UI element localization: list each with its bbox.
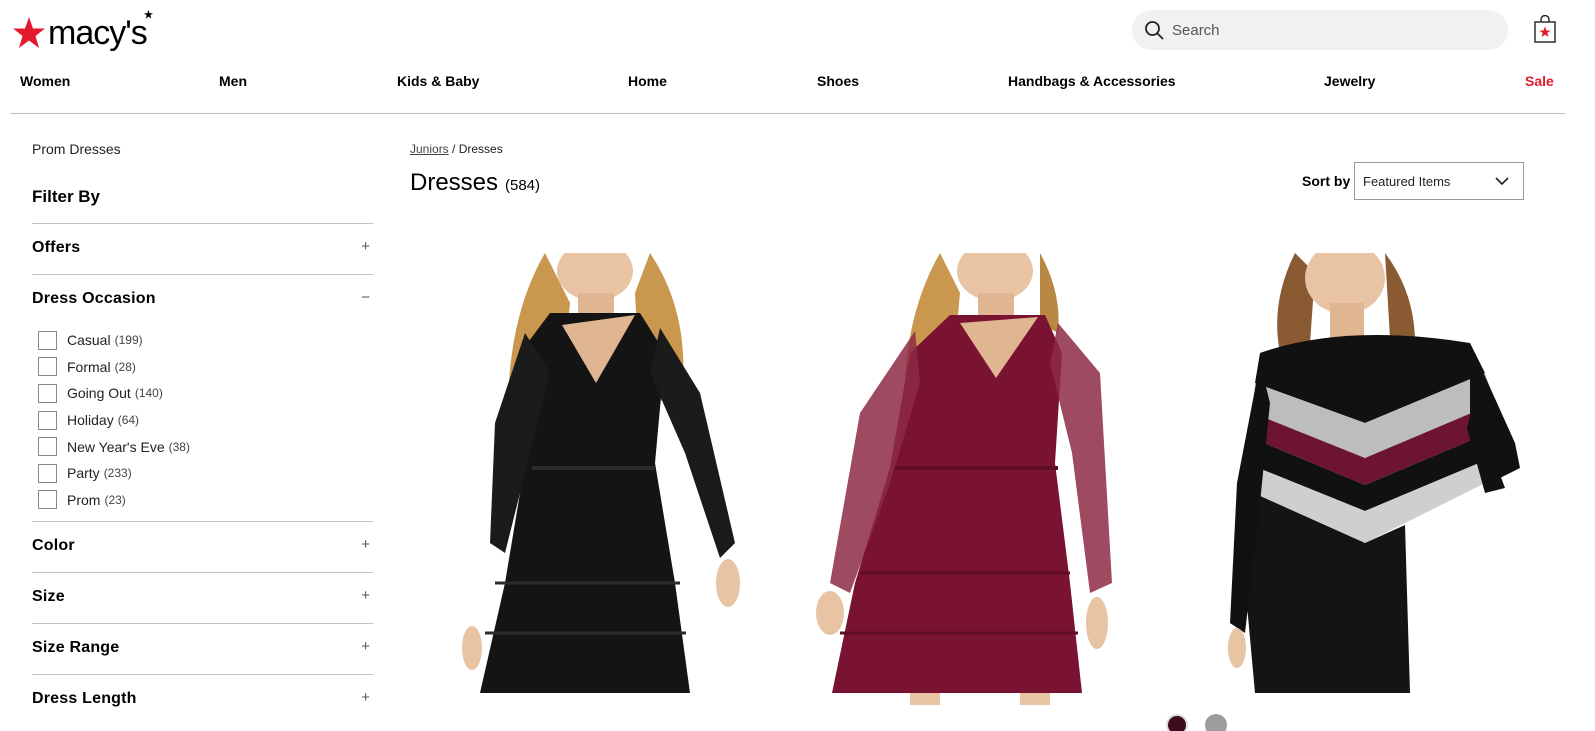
nav-jewelry[interactable]: Jewelry — [1324, 73, 1375, 89]
prom-dresses-link[interactable]: Prom Dresses — [32, 141, 121, 157]
option-count: (140) — [134, 386, 163, 401]
option-prom[interactable]: Prom (23) — [38, 487, 190, 514]
expand-icon[interactable]: + — [361, 689, 370, 706]
facet-title: Size Range — [32, 639, 120, 656]
option-label: Party — [67, 465, 100, 482]
checkbox[interactable] — [38, 410, 57, 430]
checkbox[interactable] — [38, 463, 57, 483]
product-brand-peek — [410, 713, 490, 731]
option-count: (233) — [103, 466, 132, 481]
product-image-striped-sweater-dress[interactable] — [1215, 253, 1530, 705]
option-label: New Year's Eve — [67, 438, 165, 455]
nav-men[interactable]: Men — [219, 73, 247, 89]
option-label: Prom — [67, 491, 101, 508]
option-going-out[interactable]: Going Out (140) — [38, 380, 190, 407]
color-swatch-burgundy[interactable] — [1166, 714, 1188, 731]
expand-icon[interactable]: + — [361, 536, 370, 553]
option-holiday[interactable]: Holiday (64) — [38, 407, 190, 434]
search-bar[interactable] — [1132, 10, 1508, 50]
option-label: Casual — [67, 332, 111, 349]
nav-shoes[interactable]: Shoes — [817, 73, 859, 89]
expand-icon[interactable]: + — [361, 587, 370, 604]
nav-home[interactable]: Home — [628, 73, 667, 89]
logo-wordmark: macy's — [48, 14, 148, 52]
checkbox[interactable] — [38, 437, 57, 457]
option-count: (23) — [104, 492, 126, 507]
checkbox[interactable] — [38, 357, 57, 377]
macys-logo[interactable]: macy's — [12, 8, 153, 50]
occasion-options: Casual (199) Formal (28) Going Out (140) Ho… — [38, 327, 190, 513]
facet-title: Color — [32, 537, 75, 554]
checkbox[interactable] — [38, 490, 57, 510]
nav-sale[interactable]: Sale — [1525, 73, 1554, 89]
option-count: (28) — [114, 359, 136, 374]
option-count: (38) — [168, 439, 190, 454]
shopping-bag-icon[interactable] — [1534, 15, 1556, 43]
option-count: (64) — [117, 413, 140, 428]
star-logo-icon — [13, 17, 45, 48]
small-star-icon — [143, 10, 153, 19]
breadcrumb-current: Dresses — [458, 142, 503, 156]
chevron-down-icon — [1495, 177, 1509, 186]
option-label: Going Out — [67, 385, 131, 402]
option-new-years-eve[interactable]: New Year's Eve (38) — [38, 433, 190, 460]
filter-by-heading: Filter By — [32, 187, 101, 206]
option-label: Holiday — [67, 412, 114, 429]
facet-offers[interactable]: Offers + — [32, 223, 373, 274]
collapse-icon[interactable]: − — [361, 289, 370, 306]
facet-size[interactable]: Size + — [32, 572, 373, 623]
product-image-burgundy-dress[interactable] — [800, 253, 1120, 705]
option-party[interactable]: Party (233) — [38, 460, 190, 487]
checkbox[interactable] — [38, 330, 57, 350]
page-title: Dresses — [410, 169, 499, 196]
nav-kids-baby[interactable]: Kids & Baby — [397, 73, 479, 89]
option-label: Formal — [67, 358, 111, 375]
facet-dress-length[interactable]: Dress Length + — [32, 674, 373, 725]
color-swatch-grey[interactable] — [1205, 714, 1227, 731]
breadcrumb-separator: / — [452, 142, 456, 156]
product-image-black-dress[interactable] — [450, 253, 760, 705]
results-count: (584) — [505, 177, 541, 194]
main-nav: Women Men Kids & Baby Home Shoes Handbag… — [10, 68, 1565, 114]
sort-value: Featured Items — [1363, 173, 1451, 189]
facet-size-range[interactable]: Size Range + — [32, 623, 373, 674]
breadcrumb: Juniors / Dresses — [410, 142, 503, 156]
checkbox[interactable] — [38, 383, 57, 403]
search-input[interactable] — [1172, 21, 1472, 39]
facet-color[interactable]: Color + — [32, 521, 373, 572]
option-formal[interactable]: Formal (28) — [38, 354, 190, 381]
nav-handbags-accessories[interactable]: Handbags & Accessories — [1008, 73, 1176, 89]
nav-women[interactable]: Women — [20, 73, 70, 89]
facet-title[interactable]: Dress Occasion — [32, 290, 156, 308]
facet-title: Offers — [32, 239, 81, 256]
product-brand-peek — [790, 713, 870, 731]
sort-by-label: Sort by — [1302, 173, 1351, 189]
facet-title: Size — [32, 588, 65, 605]
option-count: (199) — [114, 333, 143, 348]
option-casual[interactable]: Casual (199) — [38, 327, 190, 354]
breadcrumb-juniors[interactable]: Juniors — [410, 142, 449, 156]
search-icon[interactable] — [1144, 20, 1164, 40]
expand-icon[interactable]: + — [361, 638, 370, 655]
facet-title: Dress Length — [32, 690, 137, 707]
sort-dropdown[interactable]: Featured Items — [1354, 162, 1524, 200]
expand-icon[interactable]: + — [361, 238, 370, 255]
facet-dress-occasion: Dress Occasion − Casual (199) Formal (28) … — [32, 274, 373, 521]
